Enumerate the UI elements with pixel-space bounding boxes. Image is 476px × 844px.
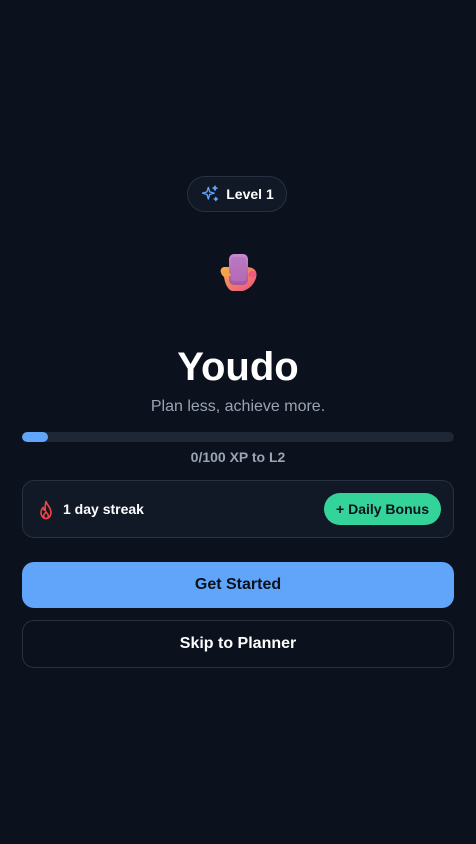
xp-progress-fill: [22, 432, 48, 442]
app-tagline: Plan less, achieve more.: [150, 398, 326, 415]
app-title: Youdo: [177, 345, 299, 389]
streak-label: 1 day streak: [63, 501, 144, 517]
level-badge: Level 1: [187, 176, 287, 212]
level-label: Level 1: [226, 186, 274, 202]
daily-bonus-button[interactable]: + Daily Bonus: [324, 493, 441, 525]
streak-card: 1 day streak + Daily Bonus: [22, 480, 454, 538]
xp-progress-label: 0/100 XP to L2: [190, 449, 286, 465]
skip-to-planner-button[interactable]: Skip to Planner: [22, 620, 454, 668]
get-started-button[interactable]: Get Started: [22, 562, 454, 608]
xp-progress-bar: [22, 432, 454, 442]
phone-hand-icon: [220, 254, 257, 291]
sparkles-icon: [202, 185, 219, 202]
flame-icon: [40, 500, 52, 520]
onboarding-screen: Level 1 Youdo Plan less, achieve more. 0…: [0, 0, 476, 844]
